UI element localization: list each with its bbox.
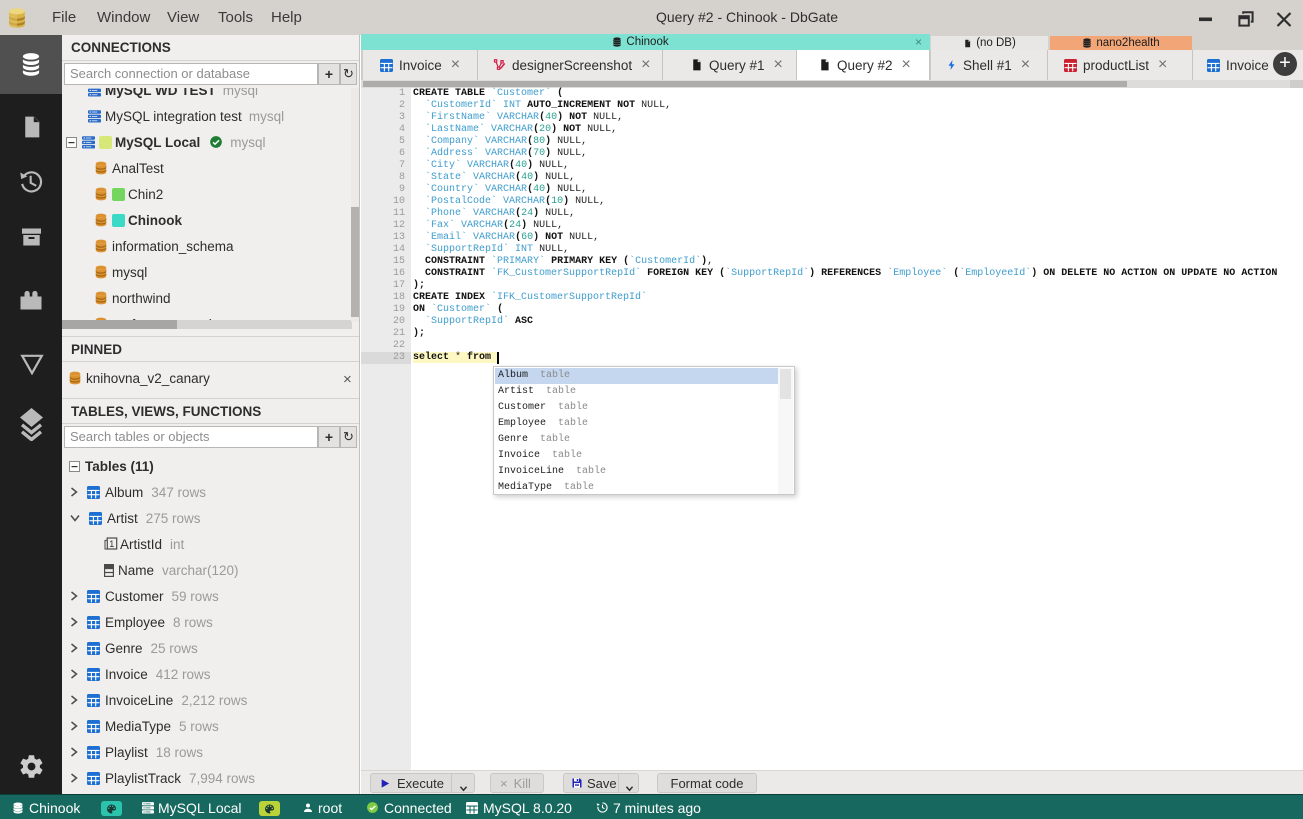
svg-text:1: 1 [109,539,114,549]
